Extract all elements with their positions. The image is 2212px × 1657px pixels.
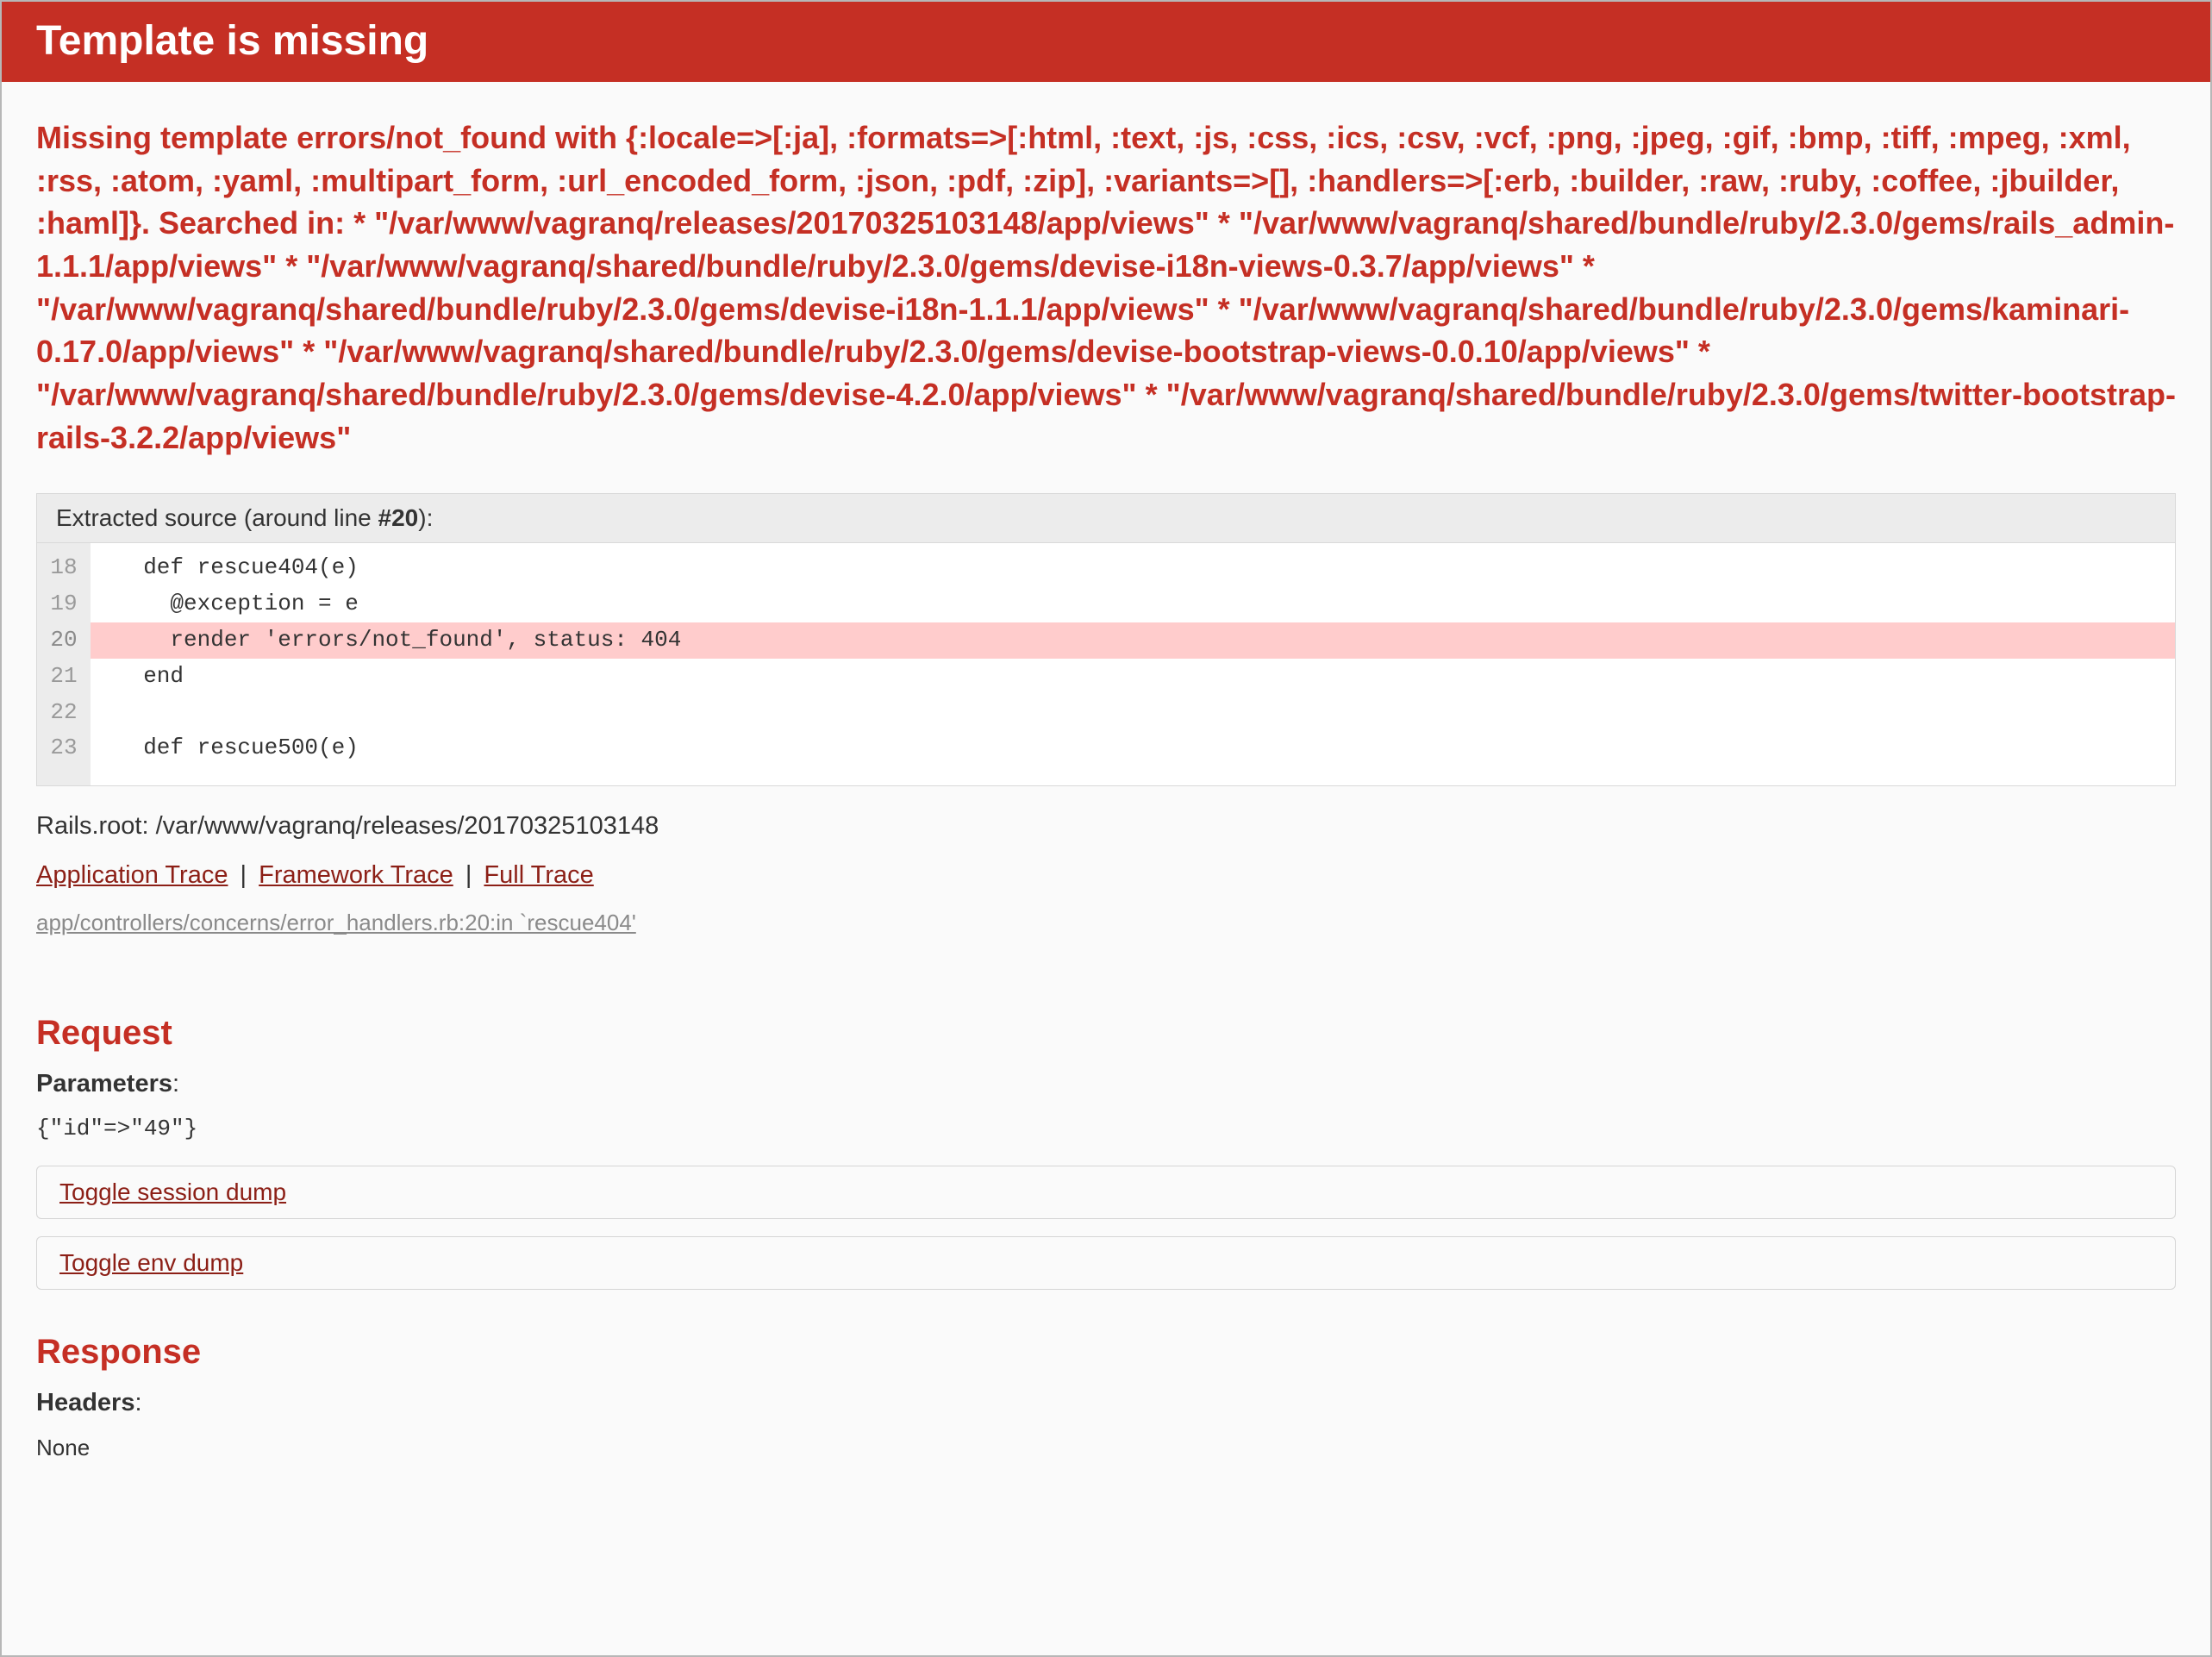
source-extract: Extracted source (around line #20): 18 d… — [36, 493, 2176, 786]
response-heading: Response — [36, 1333, 2176, 1372]
toggle-session-link[interactable]: Toggle session dump — [59, 1179, 286, 1205]
parameters-label-text: Parameters — [36, 1070, 172, 1097]
line-code: end — [91, 659, 2175, 695]
line-code: @exception = e — [91, 586, 2175, 622]
line-code — [91, 695, 2175, 731]
toggle-env-dump[interactable]: Toggle env dump — [36, 1236, 2176, 1290]
line-code: def rescue500(e) — [91, 730, 2175, 785]
parameters-label: Parameters: — [36, 1070, 2176, 1098]
toggle-session-dump[interactable]: Toggle session dump — [36, 1166, 2176, 1219]
toggle-env-link[interactable]: Toggle env dump — [59, 1249, 243, 1276]
framework-trace-link[interactable]: Framework Trace — [259, 861, 453, 889]
line-number: 22 — [37, 695, 91, 731]
headers-value: None — [36, 1435, 2176, 1461]
full-trace-link[interactable]: Full Trace — [484, 861, 593, 889]
line-number: 19 — [37, 586, 91, 622]
source-line: 21 end — [37, 659, 2175, 695]
line-code: render 'errors/not_found', status: 404 — [91, 622, 2175, 659]
colon: : — [172, 1070, 179, 1097]
line-number: 23 — [37, 730, 91, 785]
trace-line[interactable]: app/controllers/concerns/error_handlers.… — [36, 910, 636, 936]
source-line: 20 render 'errors/not_found', status: 40… — [37, 622, 2175, 659]
headers-label-text: Headers — [36, 1389, 134, 1416]
line-number: 18 — [37, 543, 91, 586]
source-header-prefix: Extracted source (around line — [56, 504, 378, 531]
source-line: 19 @exception = e — [37, 586, 2175, 622]
trace-links: Application Trace | Framework Trace | Fu… — [36, 861, 2176, 890]
application-trace-link[interactable]: Application Trace — [36, 861, 228, 889]
trace-separator: | — [466, 861, 472, 889]
error-message: Missing template errors/not_found with {… — [36, 116, 2176, 459]
line-number: 21 — [37, 659, 91, 695]
parameters-value: {"id"=>"49"} — [36, 1116, 2176, 1141]
source-line: 23 def rescue500(e) — [37, 730, 2175, 785]
source-header: Extracted source (around line #20): — [37, 494, 2175, 543]
trace-separator: | — [241, 861, 247, 889]
source-table: 18 def rescue404(e)19 @exception = e20 r… — [37, 543, 2175, 785]
source-header-suffix: ): — [418, 504, 433, 531]
source-line: 18 def rescue404(e) — [37, 543, 2175, 586]
header-bar: Template is missing — [2, 2, 2210, 82]
line-number: 20 — [37, 622, 91, 659]
source-line: 22 — [37, 695, 2175, 731]
page-title: Template is missing — [36, 17, 2176, 65]
headers-label: Headers: — [36, 1389, 2176, 1417]
content-area: Missing template errors/not_found with {… — [2, 82, 2210, 1496]
colon: : — [134, 1389, 141, 1416]
error-page: Template is missing Missing template err… — [0, 0, 2212, 1657]
source-header-line: #20 — [378, 504, 419, 531]
request-heading: Request — [36, 1014, 2176, 1053]
rails-root: Rails.root: /var/www/vagranq/releases/20… — [36, 812, 2176, 841]
line-code: def rescue404(e) — [91, 543, 2175, 586]
